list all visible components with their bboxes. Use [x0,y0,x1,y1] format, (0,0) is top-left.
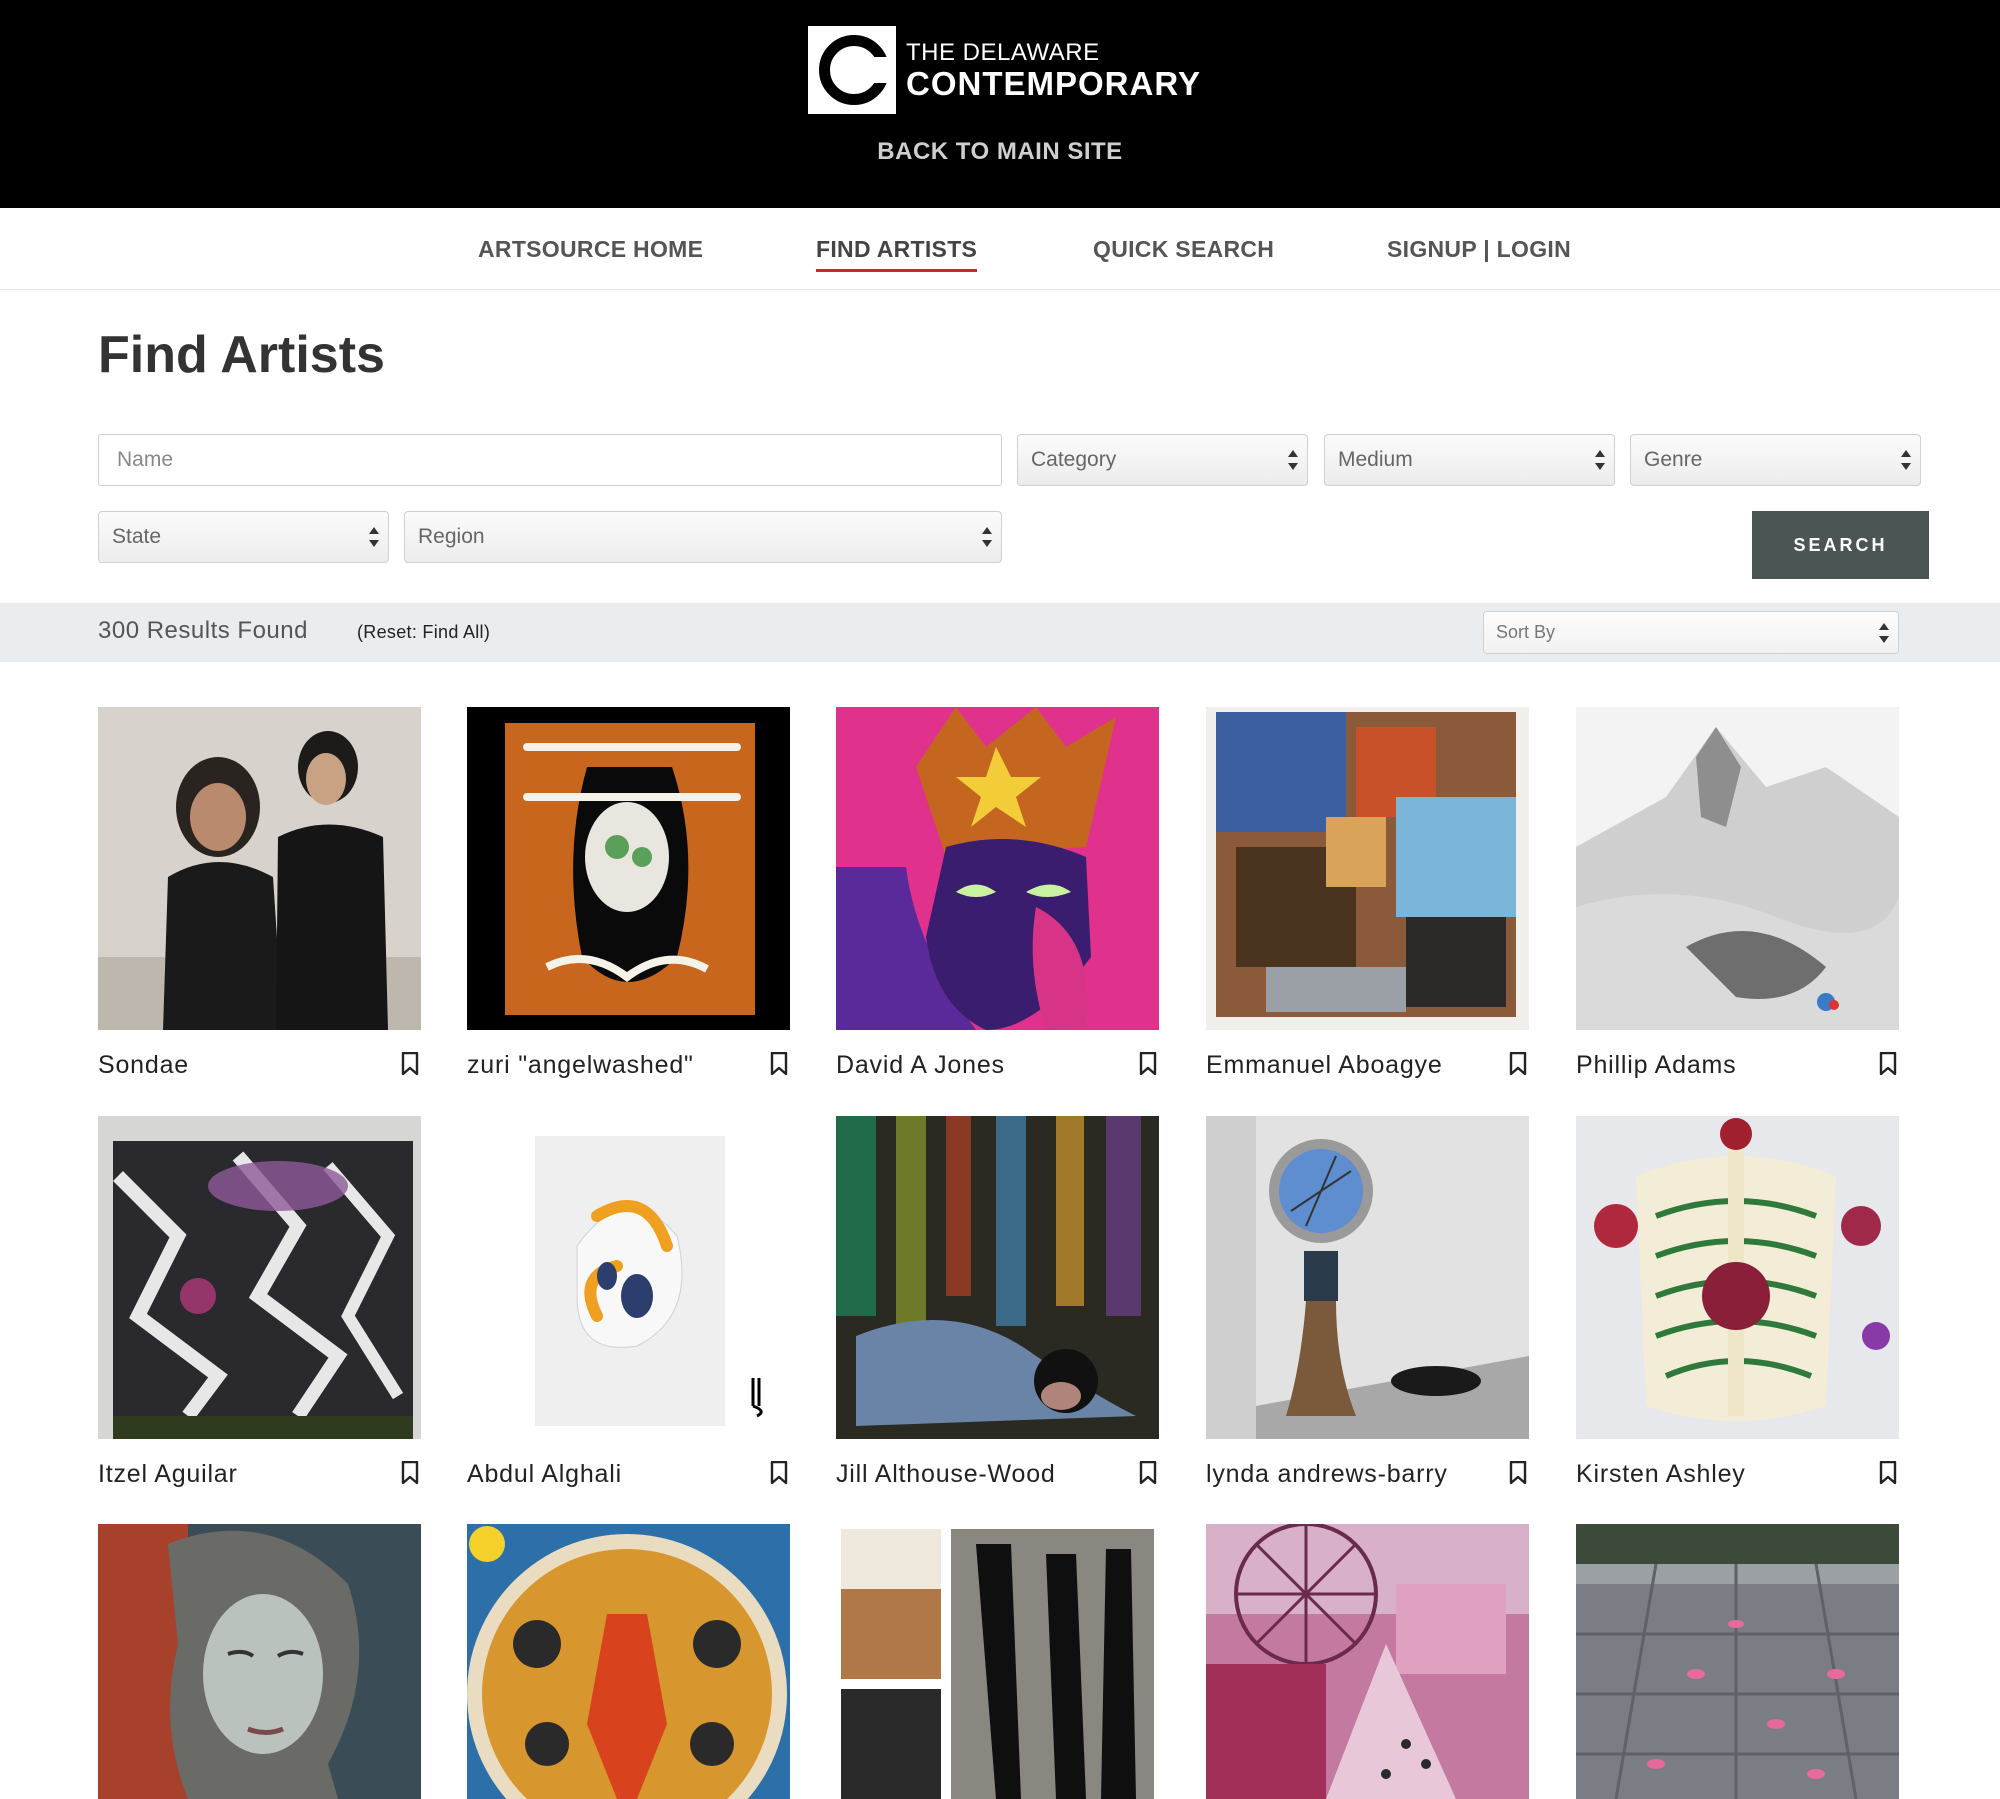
artist-card[interactable]: Phillip Adams [1576,707,1899,1079]
sort-by-select[interactable]: Sort By [1483,611,1899,654]
artist-thumbnail[interactable] [836,1524,1159,1799]
name-search-input[interactable] [98,434,1002,486]
artist-name[interactable]: lynda andrews-barry [1206,1460,1448,1489]
artist-thumbnail[interactable] [836,1116,1159,1439]
main-nav: ARTSOURCE HOME FIND ARTISTS QUICK SEARCH… [0,208,2000,290]
category-select[interactable]: Category [1017,434,1308,486]
artist-thumbnail[interactable] [836,707,1159,1030]
nav-quick-search[interactable]: QUICK SEARCH [1093,236,1274,263]
artist-thumbnail[interactable] [1206,707,1529,1030]
select-arrows-icon [369,527,379,549]
bookmark-icon[interactable] [1879,1461,1897,1485]
medium-select[interactable]: Medium [1324,434,1615,486]
artist-thumbnail[interactable] [98,1524,421,1799]
artist-card[interactable] [98,1524,421,1799]
select-arrows-icon [1879,623,1889,645]
artist-thumbnail[interactable] [98,707,421,1030]
select-arrows-icon [982,527,992,549]
bookmark-icon[interactable] [1509,1052,1527,1076]
nav-signup-login[interactable]: SIGNUP | LOGIN [1387,236,1571,263]
artist-card[interactable] [836,1524,1159,1799]
artist-thumbnail[interactable] [1576,1116,1899,1439]
artist-thumbnail[interactable] [1206,1116,1529,1439]
page-title: Find Artists [98,326,385,384]
artist-name[interactable]: Kirsten Ashley [1576,1460,1746,1489]
bookmark-icon[interactable] [770,1052,788,1076]
bookmark-icon[interactable] [1139,1461,1157,1485]
bookmark-icon[interactable] [401,1461,419,1485]
artist-name[interactable]: zuri "angelwashed" [467,1051,694,1080]
artist-name[interactable]: Emmanuel Aboagye [1206,1051,1443,1080]
artist-card[interactable]: Emmanuel Aboagye [1206,707,1529,1079]
state-select[interactable]: State [98,511,389,563]
artist-card[interactable] [467,1524,790,1799]
bookmark-icon[interactable] [401,1052,419,1076]
sort-by-label: Sort By [1496,622,1556,642]
logo-c-icon [808,26,896,114]
nav-find-artists[interactable]: FIND ARTISTS [816,236,978,272]
artist-name[interactable]: Sondae [98,1051,189,1080]
nav-artsource-home[interactable]: ARTSOURCE HOME [478,236,703,263]
artist-card[interactable]: Kirsten Ashley [1576,1116,1899,1488]
artist-thumbnail[interactable] [467,1524,790,1799]
artist-name[interactable]: Itzel Aguilar [98,1460,238,1489]
region-select[interactable]: Region [404,511,1002,563]
site-logo[interactable]: THE DELAWARE CONTEMPORARY [808,26,1201,114]
bookmark-icon[interactable] [1509,1461,1527,1485]
artist-thumbnail[interactable] [467,707,790,1030]
genre-select-label: Genre [1644,448,1703,471]
select-arrows-icon [1595,450,1605,472]
artist-card[interactable]: lynda andrews-barry [1206,1116,1529,1488]
artist-card[interactable]: zuri "angelwashed" [467,707,790,1079]
artist-thumbnail[interactable] [98,1116,421,1439]
category-select-label: Category [1031,448,1117,471]
back-to-main-site-link[interactable]: BACK TO MAIN SITE [0,138,2000,166]
medium-select-label: Medium [1338,448,1413,471]
logo-line1: THE DELAWARE [906,38,1100,66]
bookmark-icon[interactable] [770,1461,788,1485]
artist-card[interactable]: Abdul Alghali [467,1116,790,1488]
region-select-label: Region [418,525,485,548]
artist-name[interactable]: Phillip Adams [1576,1051,1736,1080]
state-select-label: State [112,525,162,548]
artist-thumbnail[interactable] [1576,1524,1899,1799]
artist-card[interactable] [1206,1524,1529,1799]
artist-thumbnail[interactable] [467,1116,790,1439]
logo-wordmark: THE DELAWARE CONTEMPORARY [906,38,1201,102]
artist-name[interactable]: Abdul Alghali [467,1460,622,1489]
site-header: THE DELAWARE CONTEMPORARY BACK TO MAIN S… [0,0,2000,208]
artist-name[interactable]: David A Jones [836,1051,1005,1080]
select-arrows-icon [1901,450,1911,472]
artist-card[interactable] [1576,1524,1899,1799]
genre-select[interactable]: Genre [1630,434,1921,486]
artist-thumbnail[interactable] [1576,707,1899,1030]
results-bar: 300 Results Found (Reset: Find All) Sort… [0,603,2000,662]
artist-card[interactable]: David A Jones [836,707,1159,1079]
select-arrows-icon [1288,450,1298,472]
bookmark-icon[interactable] [1879,1052,1897,1076]
artist-card[interactable]: Jill Althouse-Wood [836,1116,1159,1488]
artist-card[interactable]: Itzel Aguilar [98,1116,421,1488]
bookmark-icon[interactable] [1139,1052,1157,1076]
reset-find-all-link[interactable]: (Reset: Find All) [357,622,490,643]
logo-line2: CONTEMPORARY [906,64,1201,102]
artist-thumbnail[interactable] [1206,1524,1529,1799]
artist-card[interactable]: Sondae [98,707,421,1079]
search-button[interactable]: SEARCH [1752,511,1929,579]
artist-name[interactable]: Jill Althouse-Wood [836,1460,1056,1489]
results-count: 300 Results Found [98,617,308,644]
